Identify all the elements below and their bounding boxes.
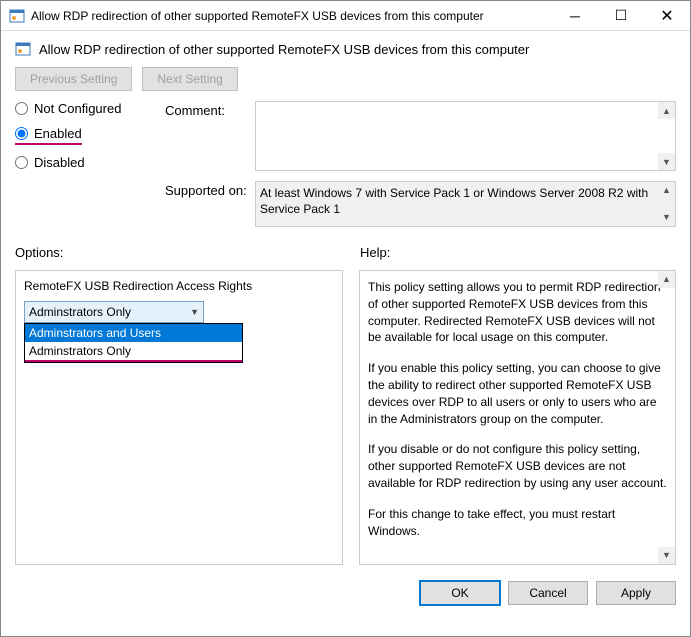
policy-icon — [9, 8, 25, 24]
access-rights-dropdown: Adminstrators and Users Adminstrators On… — [24, 323, 243, 363]
scroll-up-icon[interactable]: ▲ — [658, 102, 675, 119]
supported-label: Supported on: — [165, 181, 255, 227]
close-button[interactable]: ✕ — [644, 1, 690, 30]
titlebar: Allow RDP redirection of other supported… — [1, 1, 690, 31]
chevron-down-icon: ▼ — [190, 307, 199, 317]
header: Allow RDP redirection of other supported… — [1, 31, 690, 61]
radio-not-configured-label: Not Configured — [34, 101, 121, 116]
header-label: Allow RDP redirection of other supported… — [39, 42, 529, 57]
scroll-up-icon[interactable]: ▲ — [658, 271, 675, 288]
radio-not-configured-input[interactable] — [15, 102, 28, 115]
scroll-up-icon[interactable]: ▲ — [658, 182, 675, 199]
combo-value: Adminstrators Only — [29, 305, 131, 319]
help-paragraph: If you disable or do not configure this … — [368, 441, 667, 491]
help-section-label: Help: — [360, 245, 390, 260]
help-paragraph: This policy setting allows you to permit… — [368, 279, 667, 346]
radio-enabled-label: Enabled — [34, 126, 82, 141]
window-title: Allow RDP redirection of other supported… — [31, 9, 552, 23]
options-pane: RemoteFX USB Redirection Access Rights A… — [15, 270, 343, 565]
policy-icon — [15, 41, 31, 57]
radio-not-configured[interactable]: Not Configured — [15, 101, 145, 116]
ok-button[interactable]: OK — [420, 581, 500, 605]
comment-textarea[interactable]: ▲ ▼ — [255, 101, 676, 171]
apply-button[interactable]: Apply — [596, 581, 676, 605]
options-section-label: Options: — [15, 245, 360, 260]
options-title: RemoteFX USB Redirection Access Rights — [24, 279, 334, 293]
access-rights-combo[interactable]: Adminstrators Only ▼ — [24, 301, 204, 323]
help-paragraph: For this change to take effect, you must… — [368, 506, 667, 540]
scroll-down-icon[interactable]: ▼ — [658, 209, 675, 226]
minimize-button[interactable]: ─ — [552, 1, 598, 30]
supported-on-value: At least Windows 7 with Service Pack 1 o… — [260, 186, 671, 217]
dropdown-item-admins-users[interactable]: Adminstrators and Users — [25, 324, 242, 342]
help-paragraph: If you enable this policy setting, you c… — [368, 360, 667, 427]
dropdown-item-admins-only[interactable]: Adminstrators Only — [25, 342, 242, 362]
supported-on-text: At least Windows 7 with Service Pack 1 o… — [255, 181, 676, 227]
radio-enabled-input[interactable] — [15, 127, 28, 140]
radio-enabled[interactable]: Enabled — [15, 126, 82, 145]
cancel-button[interactable]: Cancel — [508, 581, 588, 605]
scroll-down-icon[interactable]: ▼ — [658, 547, 675, 564]
radio-disabled-input[interactable] — [15, 156, 28, 169]
help-pane: This policy setting allows you to permit… — [359, 270, 676, 565]
previous-setting-button[interactable]: Previous Setting — [15, 67, 132, 91]
scroll-down-icon[interactable]: ▼ — [658, 153, 675, 170]
comment-label: Comment: — [165, 101, 255, 171]
maximize-button[interactable]: ☐ — [598, 1, 644, 30]
next-setting-button[interactable]: Next Setting — [142, 67, 237, 91]
radio-disabled-label: Disabled — [34, 155, 85, 170]
radio-disabled[interactable]: Disabled — [15, 155, 145, 170]
